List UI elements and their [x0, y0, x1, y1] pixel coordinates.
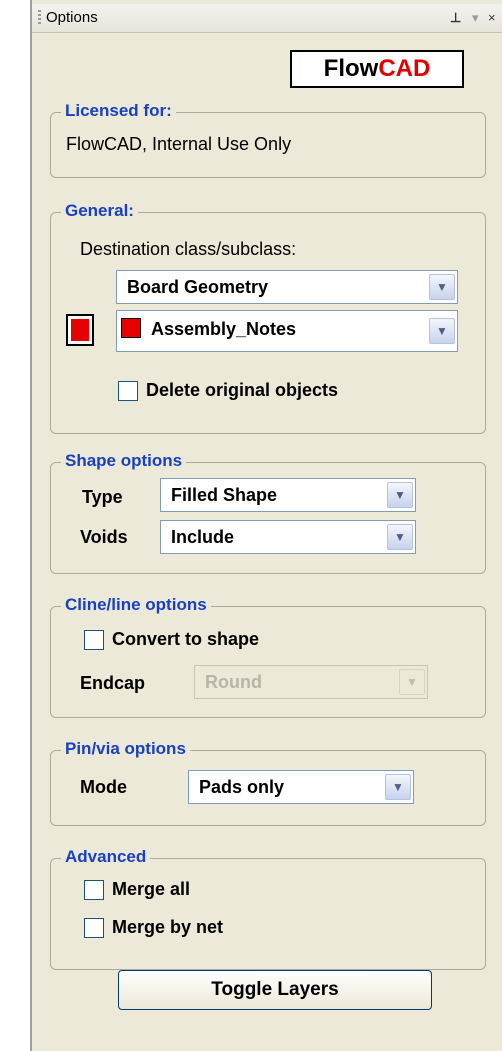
cline-options-legend: Cline/line options	[61, 595, 211, 615]
cline-options-group: Cline/line options	[50, 595, 486, 718]
voids-value: Include	[171, 527, 235, 547]
subclass-select[interactable]: Assembly_Notes ▼	[116, 310, 458, 352]
window-title: Options	[46, 9, 98, 26]
merge-all-checkbox[interactable]	[84, 880, 104, 900]
pinvia-options-legend: Pin/via options	[61, 739, 190, 759]
chevron-down-icon[interactable]: ▼	[387, 524, 413, 550]
color-swatch-button[interactable]	[66, 314, 94, 346]
pin-icon[interactable]: ⊥	[450, 10, 461, 26]
logo-text-flow: Flow	[323, 55, 379, 82]
mode-label: Mode	[80, 777, 127, 797]
chevron-down-icon[interactable]: ▼	[399, 669, 425, 695]
endcap-select[interactable]: Round ▼	[194, 665, 428, 699]
type-value: Filled Shape	[171, 485, 278, 505]
chevron-down-icon[interactable]: ▼	[429, 318, 455, 344]
advanced-legend: Advanced	[61, 847, 151, 867]
subclass-value: Assembly_Notes	[151, 319, 297, 339]
panel-border	[30, 0, 32, 1051]
class-value: Board Geometry	[127, 277, 269, 297]
chevron-down-icon[interactable]: ▼	[429, 274, 455, 300]
grip-icon[interactable]	[38, 10, 41, 24]
title-bar[interactable]: Options ⊥ ▾ ×	[32, 4, 502, 33]
licensed-text: FlowCAD, Internal Use Only	[66, 134, 292, 154]
endcap-label: Endcap	[80, 673, 146, 693]
toggle-layers-button[interactable]: Toggle Layers	[118, 970, 432, 1010]
advanced-group: Advanced	[50, 847, 486, 970]
convert-to-shape-checkbox[interactable]	[84, 630, 104, 650]
shape-options-legend: Shape options	[61, 451, 187, 471]
destination-label: Destination class/subclass:	[80, 239, 297, 259]
delete-original-label: Delete original objects	[146, 380, 339, 400]
class-select[interactable]: Board Geometry ▼	[116, 270, 458, 304]
voids-select[interactable]: Include ▼	[160, 520, 416, 554]
subclass-color-icon	[121, 318, 141, 338]
logo-text-cad: CAD	[378, 55, 431, 82]
merge-all-label: Merge all	[112, 879, 191, 899]
chevron-down-icon[interactable]: ▼	[387, 482, 413, 508]
flowcad-logo: FlowCAD	[290, 50, 464, 88]
type-label: Type	[82, 487, 123, 507]
close-icon[interactable]: ×	[488, 10, 496, 25]
mode-value: Pads only	[199, 777, 285, 797]
chevron-down-icon[interactable]: ▼	[385, 774, 411, 800]
general-legend: General:	[61, 201, 138, 221]
licensed-legend: Licensed for:	[61, 101, 176, 121]
voids-label: Voids	[80, 527, 128, 547]
chevron-down-icon[interactable]: ▾	[472, 10, 479, 26]
convert-to-shape-label: Convert to shape	[112, 629, 260, 649]
type-select[interactable]: Filled Shape ▼	[160, 478, 416, 512]
mode-select[interactable]: Pads only ▼	[188, 770, 414, 804]
merge-by-net-label: Merge by net	[112, 917, 224, 937]
merge-by-net-checkbox[interactable]	[84, 918, 104, 938]
delete-original-checkbox[interactable]	[118, 381, 138, 401]
color-swatch-fill	[71, 319, 89, 341]
endcap-value: Round	[205, 672, 262, 692]
